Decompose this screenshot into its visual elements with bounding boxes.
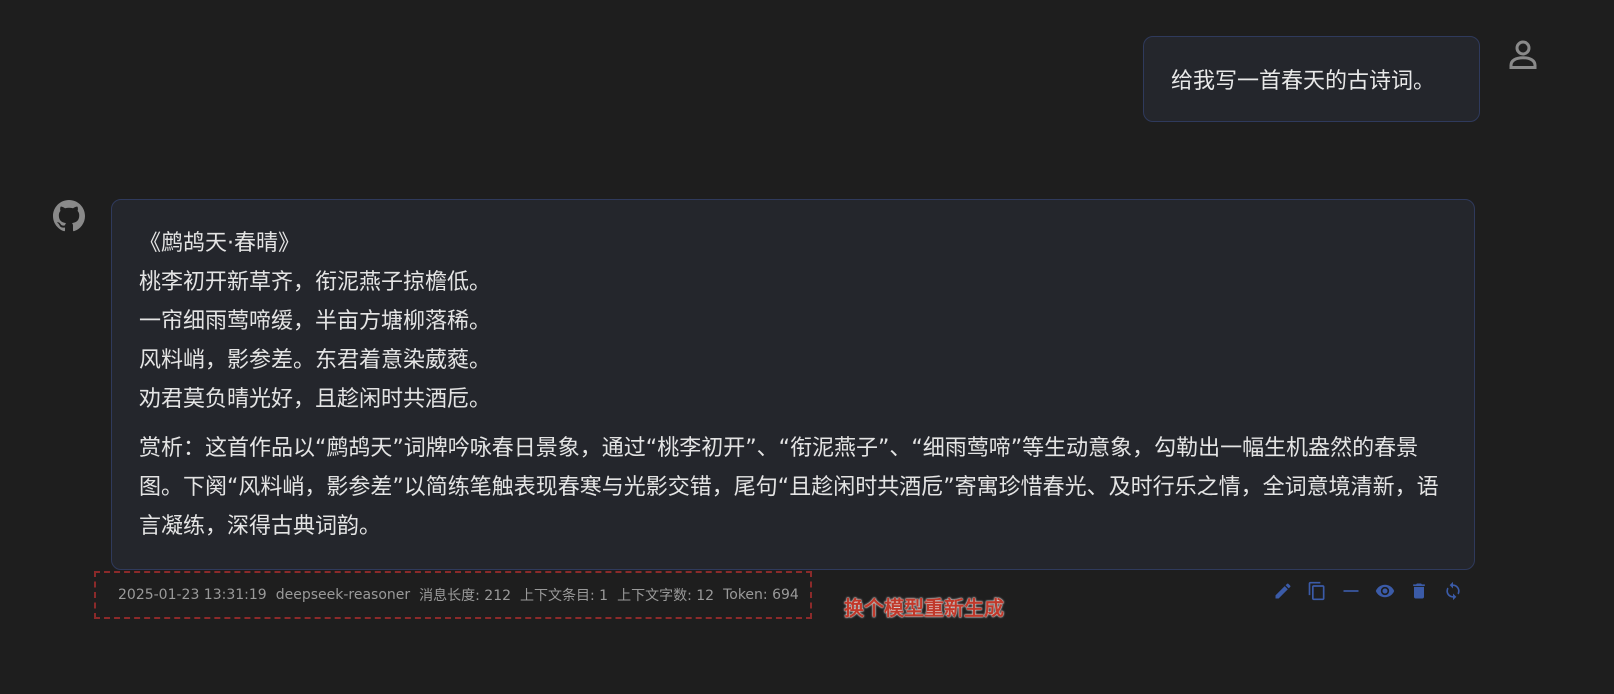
annotation-label: 换个模型重新生成 — [844, 596, 1004, 620]
context-items: 上下文条目: 1 — [520, 588, 609, 604]
trash-icon — [1413, 583, 1425, 599]
poem-line: 劝君莫负晴光好，且趁闲时共酒卮。 — [139, 387, 492, 412]
poem-line: 风料峭，影参差。东君着意染葳蕤。 — [139, 348, 492, 373]
delete-button[interactable] — [1408, 580, 1430, 602]
poem-analysis: 赏析：这首作品以“鹧鸪天”词牌吟咏春日景象，通过“桃李初开”、“衔泥燕子”、“细… — [139, 436, 1439, 539]
poem-line: 桃李初开新草齐，衔泥燕子掠檐低。 — [139, 270, 492, 295]
refresh-icon — [1446, 581, 1460, 601]
edit-button[interactable] — [1272, 580, 1294, 602]
token-count: Token: 694 — [723, 587, 799, 603]
github-icon — [53, 200, 85, 232]
eye-icon — [1375, 584, 1395, 598]
user-message-text: 给我写一首春天的古诗词。 — [1171, 69, 1436, 94]
chat-page: 给我写一首春天的古诗词。 《鹧鸪天·春晴》 桃李初开新草齐，衔泥燕子掠檐低。 一… — [0, 0, 1614, 694]
model-name: deepseek-reasoner — [275, 587, 411, 603]
poem-line: 一帘细雨莺啼缓，半亩方塘柳落稀。 — [139, 309, 492, 334]
message-actions — [1272, 580, 1464, 602]
poem-title: 《鹧鸪天·春晴》 — [139, 231, 300, 256]
copy-icon — [1308, 581, 1325, 601]
context-chars: 上下文字数: 12 — [617, 588, 715, 604]
message-length: 消息长度: 212 — [419, 588, 512, 604]
pencil-icon — [1275, 583, 1291, 599]
preview-button[interactable] — [1374, 580, 1396, 602]
regenerate-button[interactable] — [1442, 580, 1464, 602]
user-icon — [1505, 36, 1541, 72]
minus-icon — [1343, 590, 1359, 592]
collapse-button[interactable] — [1340, 580, 1362, 602]
user-message-bubble: 给我写一首春天的古诗词。 — [1143, 36, 1480, 122]
message-timestamp: 2025-01-23 13:31:19 — [118, 587, 267, 603]
assistant-message-bubble: 《鹧鸪天·春晴》 桃李初开新草齐，衔泥燕子掠檐低。 一帘细雨莺啼缓，半亩方塘柳落… — [111, 199, 1475, 570]
message-meta-info: 2025-01-23 13:31:19 deepseek-reasoner 消息… — [94, 571, 812, 619]
copy-button[interactable] — [1306, 580, 1328, 602]
